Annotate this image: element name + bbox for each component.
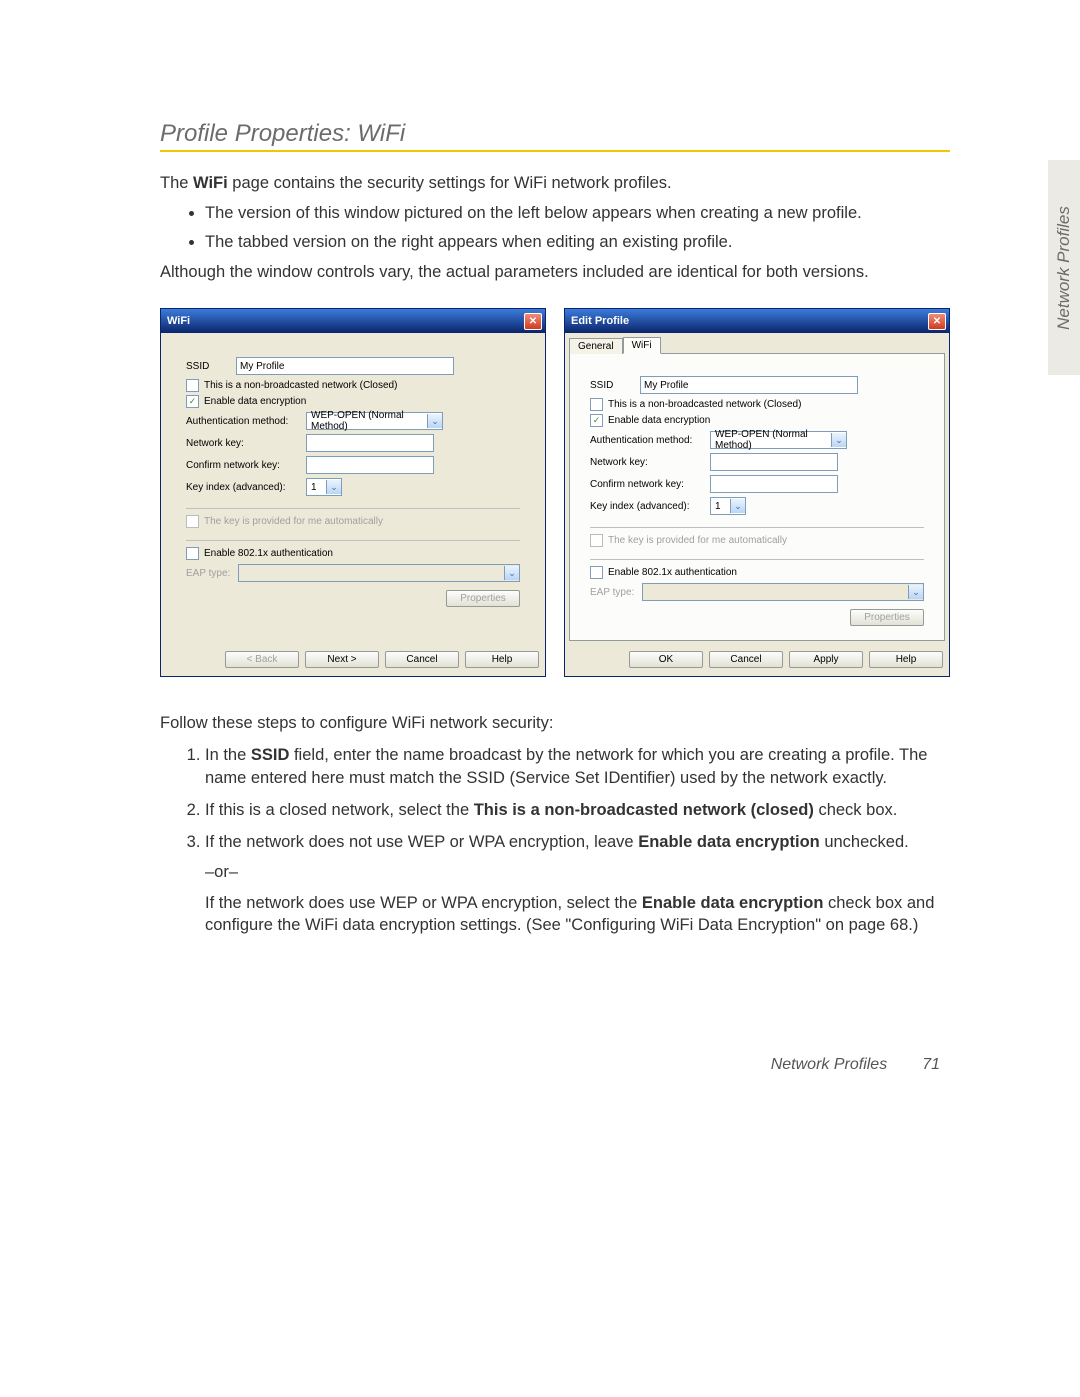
auth-select[interactable]: WEP-OPEN (Normal Method) ⌄ xyxy=(710,431,847,449)
title-text: WiFi xyxy=(167,315,190,327)
keyidx-label: Key index (advanced): xyxy=(590,501,710,512)
help-button[interactable]: Help xyxy=(869,651,943,668)
enable8021x-check[interactable]: Enable 802.1x authentication xyxy=(590,566,924,579)
netkey-input[interactable] xyxy=(710,453,838,471)
nonbroadcast-check[interactable]: This is a non-broadcasted network (Close… xyxy=(590,398,924,411)
intro-bullet-1: The version of this window pictured on t… xyxy=(205,202,950,224)
auth-label: Authentication method: xyxy=(186,416,306,427)
tab-wifi[interactable]: WiFi xyxy=(623,337,661,354)
properties-button: Properties xyxy=(850,609,924,626)
titlebar: Edit Profile ✕ xyxy=(565,309,949,333)
keyidx-select[interactable]: 1 ⌄ xyxy=(710,497,746,515)
step-1: In the SSID field, enter the name broadc… xyxy=(205,744,950,789)
step-3: If the network does not use WEP or WPA e… xyxy=(205,831,950,936)
eap-select: ⌄ xyxy=(238,564,520,582)
tab-general[interactable]: General xyxy=(569,338,623,354)
chevron-down-icon: ⌄ xyxy=(504,566,519,580)
confkey-input[interactable] xyxy=(306,456,434,474)
wifi-dialog-edit: Edit Profile ✕ General WiFi SSID This is… xyxy=(564,308,950,677)
keyidx-label: Key index (advanced): xyxy=(186,482,306,493)
cancel-button[interactable]: Cancel xyxy=(709,651,783,668)
intro-line-2: Although the window controls vary, the a… xyxy=(160,261,950,283)
close-icon[interactable]: ✕ xyxy=(928,313,946,330)
netkey-input[interactable] xyxy=(306,434,434,452)
enable8021x-check[interactable]: Enable 802.1x authentication xyxy=(186,547,520,560)
confkey-input[interactable] xyxy=(710,475,838,493)
chevron-down-icon: ⌄ xyxy=(427,414,442,428)
intro-line-1: The WiFi page contains the security sett… xyxy=(160,172,950,194)
ssid-label: SSID xyxy=(590,380,640,391)
eap-select: ⌄ xyxy=(642,583,924,601)
help-button[interactable]: Help xyxy=(465,651,539,668)
enable-enc-check[interactable]: ✓Enable data encryption xyxy=(186,395,520,408)
close-icon[interactable]: ✕ xyxy=(524,313,542,330)
netkey-label: Network key: xyxy=(186,438,306,449)
eap-label: EAP type: xyxy=(590,587,634,598)
steps-intro: Follow these steps to configure WiFi net… xyxy=(160,712,950,734)
ssid-input[interactable] xyxy=(236,357,454,375)
footer-section: Network Profiles xyxy=(771,1056,887,1074)
chevron-down-icon: ⌄ xyxy=(831,433,846,447)
eap-label: EAP type: xyxy=(186,568,230,579)
autokey-check: The key is provided for me automatically xyxy=(186,515,520,528)
enable-enc-check[interactable]: ✓Enable data encryption xyxy=(590,414,924,427)
ssid-input[interactable] xyxy=(640,376,858,394)
cancel-button[interactable]: Cancel xyxy=(385,651,459,668)
intro-bullet-2: The tabbed version on the right appears … xyxy=(205,231,950,253)
confkey-label: Confirm network key: xyxy=(590,479,710,490)
keyidx-select[interactable]: 1 ⌄ xyxy=(306,478,342,496)
chevron-down-icon: ⌄ xyxy=(326,480,341,494)
auth-select[interactable]: WEP-OPEN (Normal Method) ⌄ xyxy=(306,412,443,430)
titlebar: WiFi ✕ xyxy=(161,309,545,333)
chevron-down-icon: ⌄ xyxy=(908,585,923,599)
confkey-label: Confirm network key: xyxy=(186,460,306,471)
side-tab-label: Network Profiles xyxy=(1054,206,1074,330)
ssid-label: SSID xyxy=(186,361,236,372)
section-title: Profile Properties: WiFi xyxy=(160,120,950,152)
ok-button[interactable]: OK xyxy=(629,651,703,668)
autokey-check: The key is provided for me automatically xyxy=(590,534,924,547)
chevron-down-icon: ⌄ xyxy=(730,499,745,513)
footer-page: 71 xyxy=(922,1056,940,1074)
next-button[interactable]: Next > xyxy=(305,651,379,668)
back-button: < Back xyxy=(225,651,299,668)
title-text: Edit Profile xyxy=(571,315,629,327)
properties-button: Properties xyxy=(446,590,520,607)
side-tab: Network Profiles xyxy=(1048,160,1080,375)
step-2: If this is a closed network, select the … xyxy=(205,799,950,821)
netkey-label: Network key: xyxy=(590,457,710,468)
apply-button[interactable]: Apply xyxy=(789,651,863,668)
wifi-dialog-new: WiFi ✕ SSID This is a non-broadcasted ne… xyxy=(160,308,546,677)
auth-label: Authentication method: xyxy=(590,435,710,446)
nonbroadcast-check[interactable]: This is a non-broadcasted network (Close… xyxy=(186,379,520,392)
